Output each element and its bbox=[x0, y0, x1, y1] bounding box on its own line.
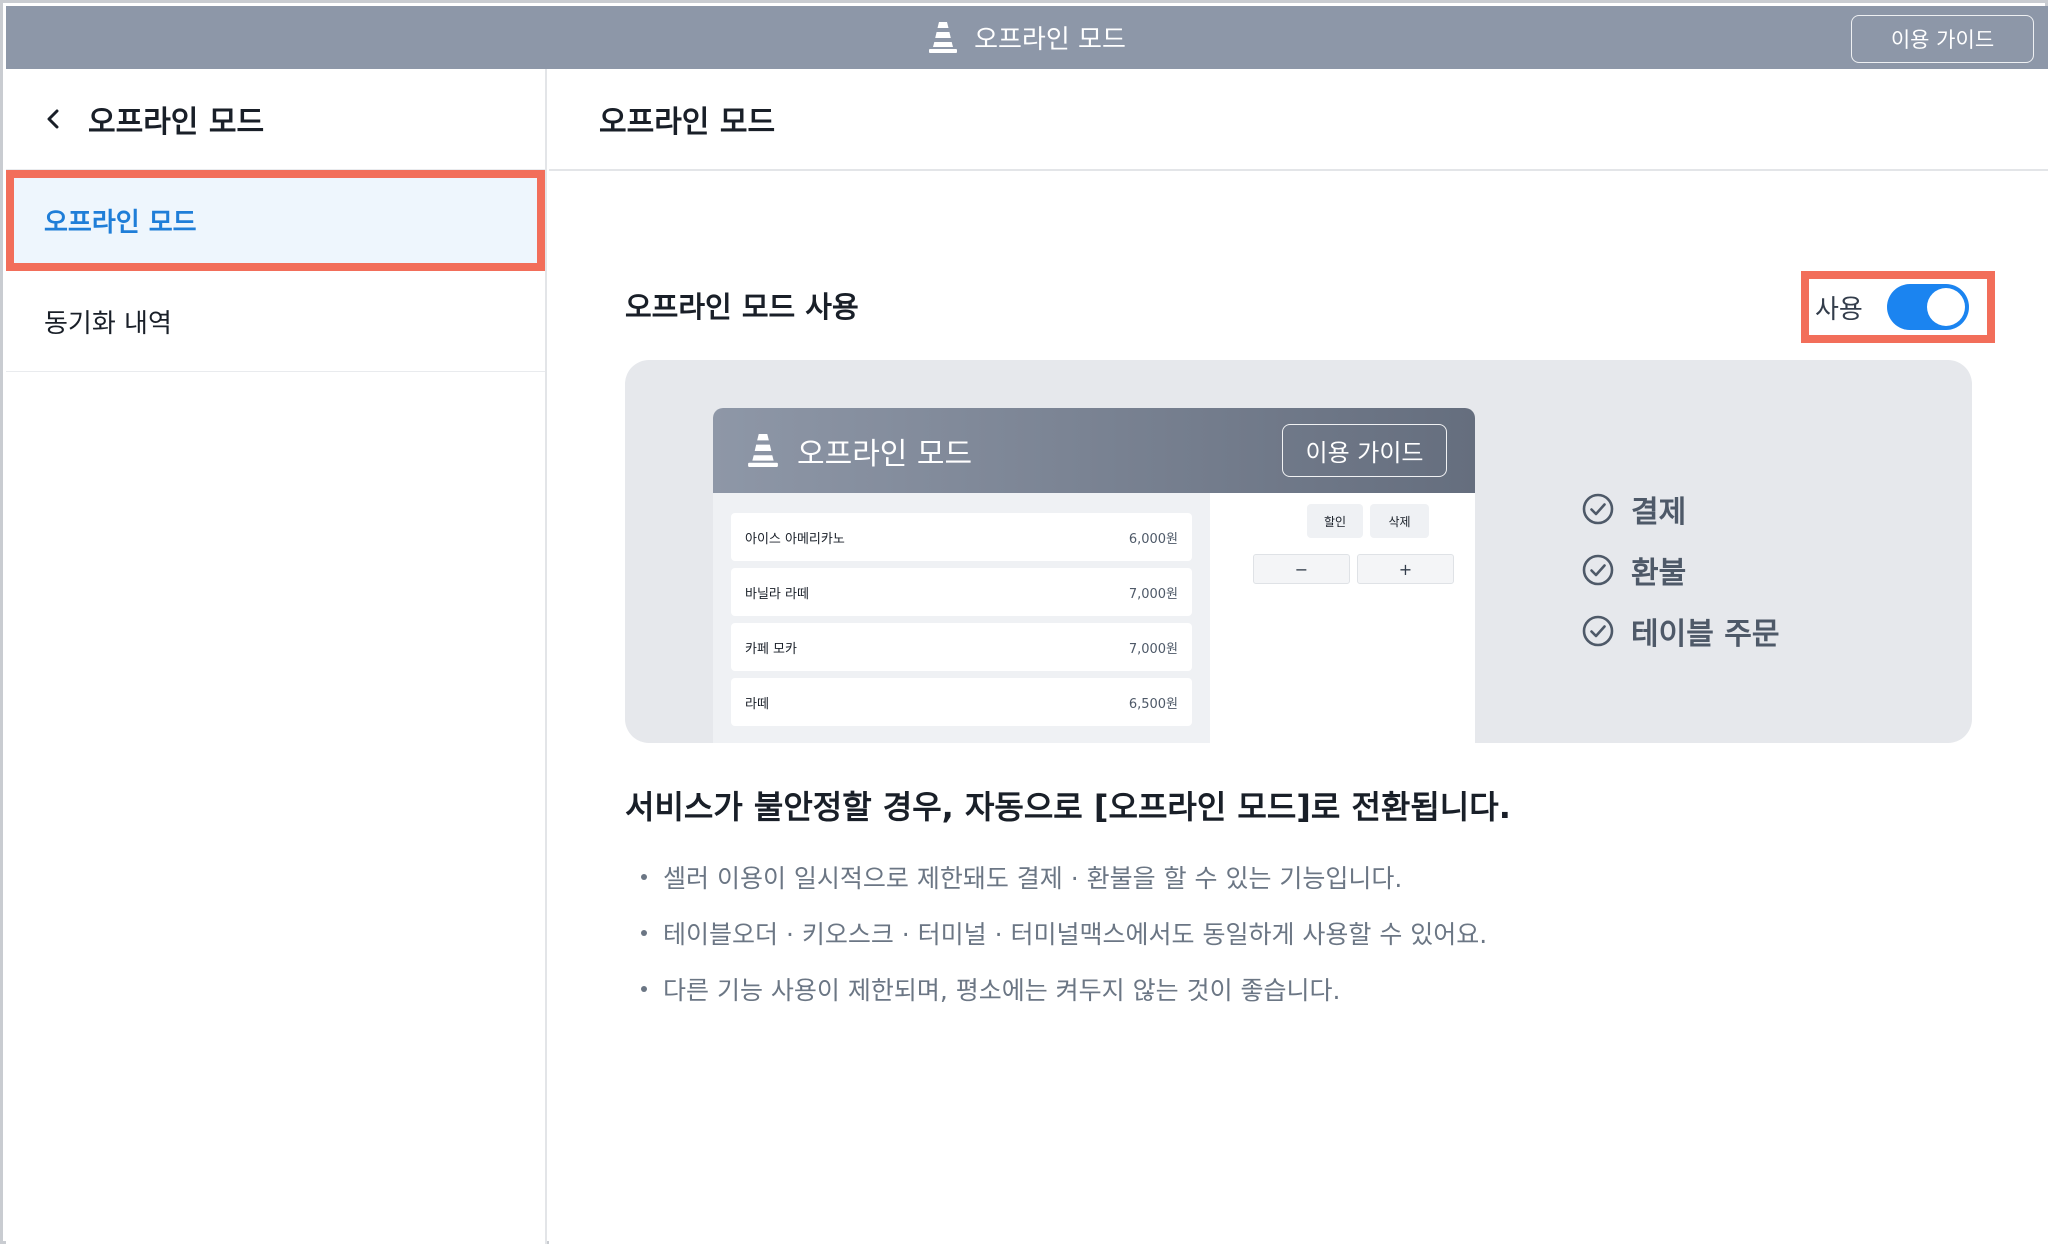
sidebar-item-sync-history[interactable]: 동기화 내역 bbox=[6, 271, 545, 372]
toggle-knob bbox=[1926, 288, 1965, 326]
mock-discount-button: 할인 bbox=[1307, 504, 1363, 538]
bullet-text: 셀러 이용이 일시적으로 제한돼도 결제 · 환불을 할 수 있는 기능입니다. bbox=[663, 864, 1403, 893]
feature-item: 환불 bbox=[1581, 539, 1779, 600]
main-content: 오프라인 모드 오프라인 모드 사용 사용 오프라인 모드 이용 가이드 아이스… bbox=[549, 69, 2048, 1244]
mock-title: 오프라인 모드 bbox=[797, 436, 973, 472]
list-item: 카페 모카 7,000원 bbox=[731, 623, 1192, 671]
top-bar-title: 오프라인 모드 bbox=[974, 25, 1126, 55]
item-name: 라떼 bbox=[745, 696, 769, 712]
item-name: 카페 모카 bbox=[745, 641, 797, 657]
mock-plus-button: + bbox=[1357, 554, 1454, 584]
mock-control-panel: 할인 삭제 − + bbox=[1210, 493, 1475, 743]
toggle-label: 사용 bbox=[1815, 294, 1863, 325]
mock-item-list: 아이스 아메리카노 6,000원 바닐라 라떼 7,000원 카페 모카 7,000원… bbox=[713, 493, 1210, 743]
sidebar-title: 오프라인 모드 bbox=[88, 105, 265, 140]
mock-delete-button: 삭제 bbox=[1370, 504, 1429, 538]
offline-mode-setting-row: 오프라인 모드 사용 사용 bbox=[625, 267, 1995, 343]
page-title: 오프라인 모드 bbox=[549, 69, 2048, 171]
traffic-cone-icon bbox=[747, 434, 779, 467]
chevron-left-icon[interactable] bbox=[42, 108, 64, 130]
bullet-dot bbox=[641, 930, 647, 936]
item-price: 6,500원 bbox=[1128, 696, 1178, 712]
item-name: 바닐라 라떼 bbox=[745, 586, 809, 602]
check-circle-icon bbox=[1582, 615, 1614, 646]
list-item: 라떼 6,500원 bbox=[731, 678, 1192, 726]
check-circle-icon bbox=[1582, 493, 1614, 524]
feature-list: 결제 환불 테이블 주문 bbox=[1581, 478, 1779, 661]
bullet-dot bbox=[641, 874, 647, 880]
bullet-item: 다른 기능 사용이 제한되며, 평소에는 켜두지 않는 것이 좋습니다. bbox=[641, 961, 1487, 1017]
top-bar-title-group: 오프라인 모드 bbox=[6, 6, 2048, 69]
list-item: 아이스 아메리카노 6,000원 bbox=[731, 513, 1192, 561]
item-price: 7,000원 bbox=[1128, 641, 1178, 657]
bullet-dot bbox=[641, 986, 647, 992]
guide-button[interactable]: 이용 가이드 bbox=[1851, 15, 2034, 63]
app-window: 오프라인 모드 이용 가이드 오프라인 모드 오프라인 모드 동기화 내역 오프… bbox=[0, 0, 2048, 1244]
item-price: 6,000원 bbox=[1128, 531, 1178, 547]
sidebar: 오프라인 모드 오프라인 모드 동기화 내역 bbox=[6, 69, 547, 1244]
feature-item: 결제 bbox=[1581, 478, 1779, 539]
bullet-item: 셀러 이용이 일시적으로 제한돼도 결제 · 환불을 할 수 있는 기능입니다. bbox=[641, 849, 1487, 905]
top-bar: 오프라인 모드 이용 가이드 bbox=[6, 6, 2048, 69]
mock-guide-button: 이용 가이드 bbox=[1282, 424, 1447, 477]
mock-minus-button: − bbox=[1253, 554, 1350, 584]
check-circle-icon bbox=[1582, 554, 1614, 585]
bullet-text: 다른 기능 사용이 제한되며, 평소에는 켜두지 않는 것이 좋습니다. bbox=[663, 976, 1341, 1005]
feature-label: 결제 bbox=[1631, 494, 1687, 530]
bullet-text: 테이블오더 · 키오스크 · 터미널 · 터미널맥스에서도 동일하게 사용할 수… bbox=[663, 920, 1488, 949]
toggle-highlight: 사용 bbox=[1801, 271, 1995, 343]
sidebar-item-offline-mode[interactable]: 오프라인 모드 bbox=[6, 170, 545, 271]
feature-label: 테이블 주문 bbox=[1631, 616, 1780, 652]
feature-label: 환불 bbox=[1631, 555, 1687, 591]
description-bullets: 셀러 이용이 일시적으로 제한돼도 결제 · 환불을 할 수 있는 기능입니다.… bbox=[641, 849, 1487, 1017]
offline-mode-toggle[interactable] bbox=[1886, 284, 1969, 330]
mock-app-window: 오프라인 모드 이용 가이드 아이스 아메리카노 6,000원 바닐라 라떼 7,0… bbox=[713, 408, 1475, 743]
mock-top-bar: 오프라인 모드 이용 가이드 bbox=[713, 408, 1475, 493]
traffic-cone-icon bbox=[928, 22, 958, 53]
item-price: 7,000원 bbox=[1128, 586, 1178, 602]
feature-item: 테이블 주문 bbox=[1581, 600, 1779, 661]
setting-label: 오프라인 모드 사용 bbox=[625, 290, 859, 324]
bullet-item: 테이블오더 · 키오스크 · 터미널 · 터미널맥스에서도 동일하게 사용할 수… bbox=[641, 905, 1487, 961]
preview-illustration: 오프라인 모드 이용 가이드 아이스 아메리카노 6,000원 바닐라 라떼 7,0… bbox=[625, 360, 1972, 743]
list-item: 바닐라 라떼 7,000원 bbox=[731, 568, 1192, 616]
sidebar-header: 오프라인 모드 bbox=[6, 69, 545, 170]
item-name: 아이스 아메리카노 bbox=[745, 531, 845, 547]
description-title: 서비스가 불안정할 경우, 자동으로 [오프라인 모드]로 전환됩니다. bbox=[625, 788, 1511, 826]
